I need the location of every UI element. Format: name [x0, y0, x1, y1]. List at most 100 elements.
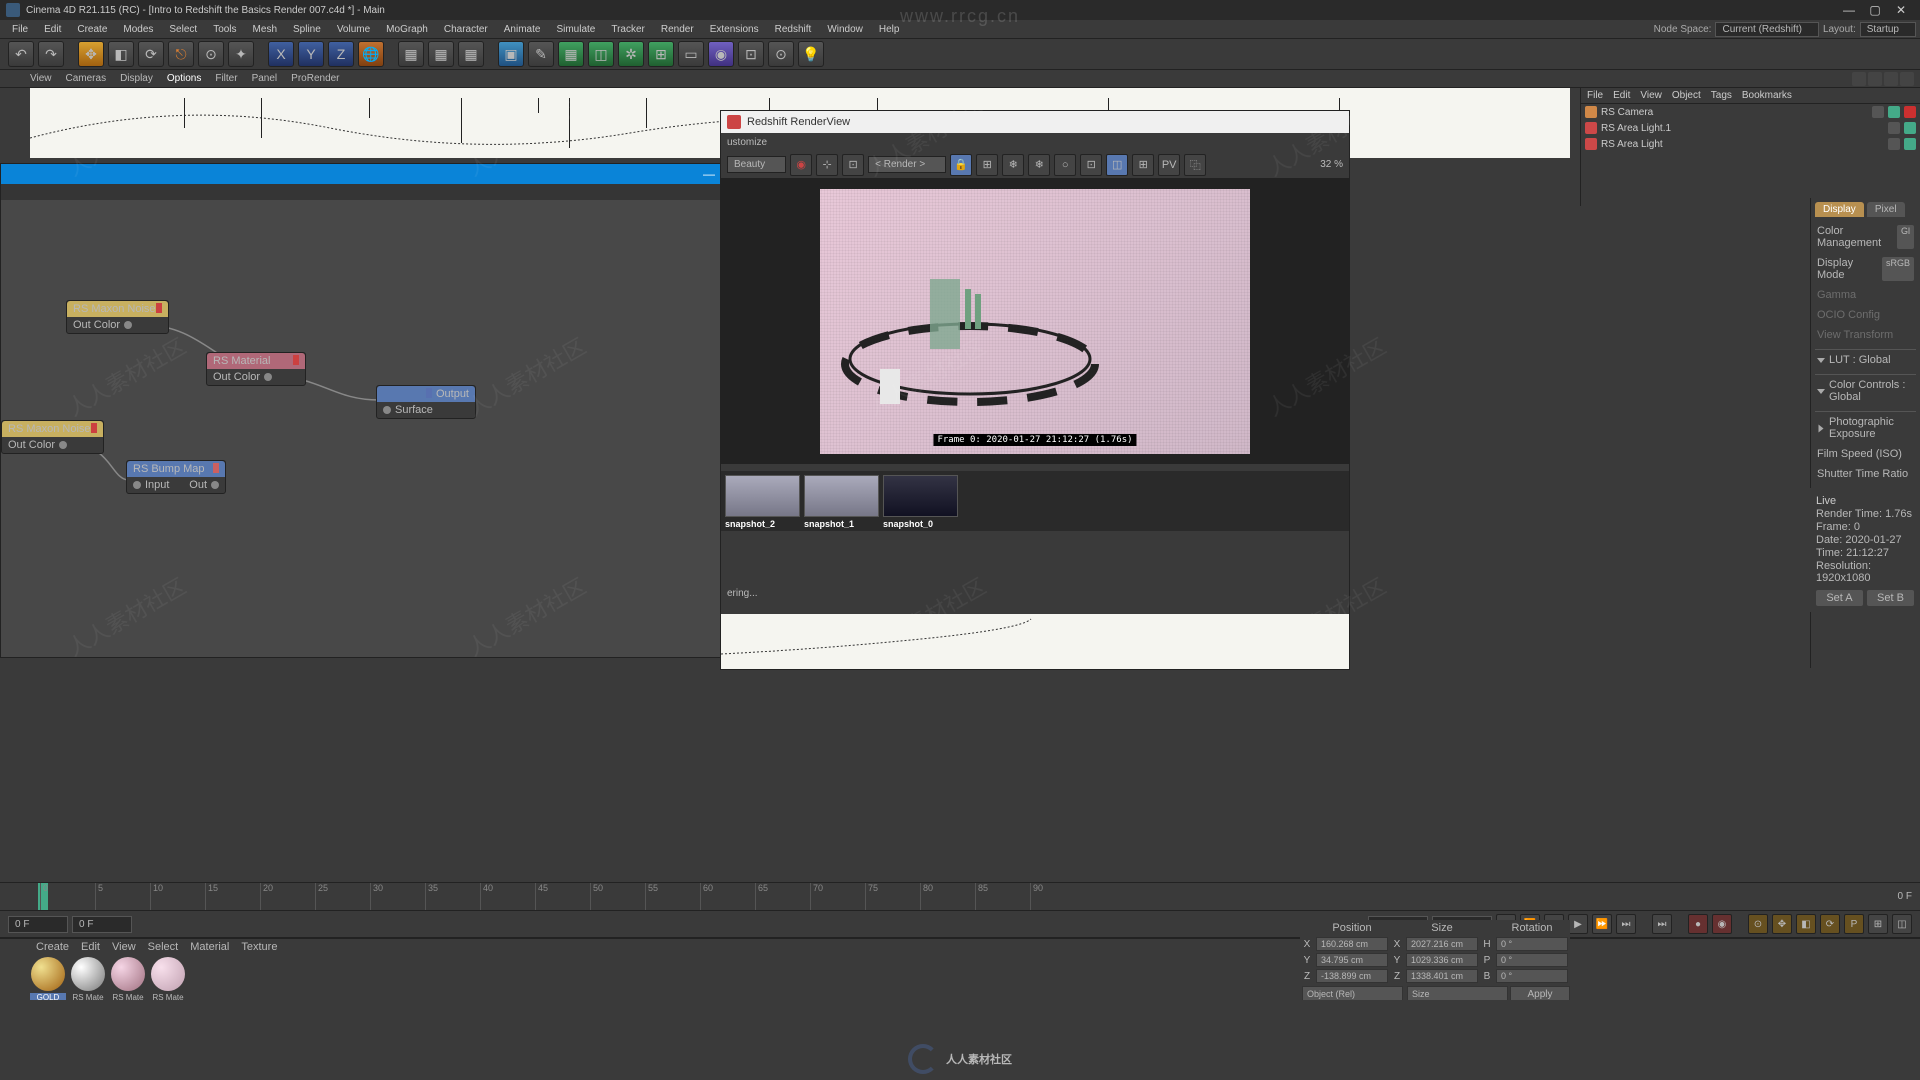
menu-item[interactable]: Character	[436, 22, 496, 37]
display-tab[interactable]: Display	[1815, 202, 1864, 217]
menu-item[interactable]: Tools	[205, 22, 244, 37]
menu-item[interactable]: MoGraph	[378, 22, 436, 37]
node-canvas[interactable]: RS Maxon Noise Out Color RS Maxon Noise …	[1, 200, 789, 657]
rot-value[interactable]: 0 °	[1496, 953, 1568, 967]
axis-z[interactable]: Z	[328, 41, 354, 67]
viewport-menu-item[interactable]: Panel	[252, 73, 278, 84]
visibility-tag[interactable]	[1872, 106, 1884, 118]
menu-item[interactable]: Volume	[329, 22, 378, 37]
obj-menu[interactable]: File	[1587, 90, 1603, 101]
menu-item[interactable]: File	[4, 22, 36, 37]
copy-icon[interactable]: ⿻	[1184, 154, 1206, 176]
scale-tool[interactable]: ◧	[108, 41, 134, 67]
menu-item[interactable]: Redshift	[767, 22, 820, 37]
node-output[interactable]: Output Surface	[376, 385, 476, 419]
render-dropdown[interactable]: < Render >	[868, 156, 946, 173]
set-a-button[interactable]: Set A	[1816, 590, 1863, 606]
port-out[interactable]	[264, 373, 272, 381]
frame-start[interactable]: 0 F	[8, 916, 68, 933]
pv-icon[interactable]: PV	[1158, 154, 1180, 176]
fcurve-button[interactable]: ◫	[1892, 914, 1912, 934]
mat-menu[interactable]: Material	[190, 941, 229, 953]
node-maxon-noise[interactable]: RS Maxon Noise Out Color	[1, 420, 104, 454]
viewport-icon[interactable]	[1868, 72, 1882, 86]
menu-item[interactable]: Window	[819, 22, 871, 37]
menu-item[interactable]: Mesh	[245, 22, 285, 37]
axis-y[interactable]: Y	[298, 41, 324, 67]
layout-dropdown[interactable]: Startup	[1860, 22, 1916, 37]
render-settings[interactable]: ▦	[458, 41, 484, 67]
maximize-button[interactable]: ▢	[1862, 1, 1888, 19]
aov-dropdown[interactable]: Beauty	[727, 156, 786, 173]
port-in[interactable]	[133, 481, 141, 489]
viewport-menu-item[interactable]: ProRender	[291, 73, 339, 84]
obj-menu[interactable]: View	[1640, 90, 1662, 101]
rot-value[interactable]: 0 °	[1496, 937, 1568, 951]
rgb-icon[interactable]: ◉	[790, 154, 812, 176]
add-snapshot-icon[interactable]: ⊞	[1132, 154, 1154, 176]
pos-value[interactable]: 34.795 cm	[1316, 953, 1388, 967]
mat-menu[interactable]: Texture	[241, 941, 277, 953]
circle-icon[interactable]: ○	[1054, 154, 1076, 176]
last-tool[interactable]: ⎋	[168, 41, 194, 67]
prop-value[interactable]: Gl	[1897, 225, 1914, 249]
goto-end-button[interactable]: ⏭	[1616, 914, 1636, 934]
timeline[interactable]: 0 5 10 15 20 25 30 35 40 45 50 55 60 65 …	[0, 882, 1920, 910]
prop-value[interactable]: sRGB	[1882, 257, 1914, 281]
record-button[interactable]: ●	[1688, 914, 1708, 934]
snowflake2-icon[interactable]: ❄	[1028, 154, 1050, 176]
add-point-tool[interactable]: ✦	[228, 41, 254, 67]
bottom-curve[interactable]	[721, 614, 1349, 669]
object-row[interactable]: RS Area Light.1	[1581, 120, 1920, 136]
key-scale-button[interactable]: ✥	[1772, 914, 1792, 934]
autokey-button[interactable]: ◉	[1712, 914, 1732, 934]
close-button[interactable]: ✕	[1888, 1, 1914, 19]
pixel-tab[interactable]: Pixel	[1867, 202, 1905, 217]
object-row[interactable]: RS Camera	[1581, 104, 1920, 120]
viewport-icon[interactable]	[1884, 72, 1898, 86]
visibility-tag[interactable]	[1904, 122, 1916, 134]
step-fwd-button[interactable]: ⏩	[1592, 914, 1612, 934]
cloner[interactable]: ⊞	[648, 41, 674, 67]
renderview-titlebar[interactable]: Redshift RenderView	[721, 111, 1349, 133]
redo-button[interactable]: ↷	[38, 41, 64, 67]
menu-item[interactable]: Select	[161, 22, 205, 37]
viewport-icon[interactable]	[1900, 72, 1914, 86]
viewport-menu-item[interactable]: Display	[120, 73, 153, 84]
snowflake-icon[interactable]: ❄	[1002, 154, 1024, 176]
mat-menu[interactable]: Edit	[81, 941, 100, 953]
viewport-menu-item[interactable]: View	[30, 73, 52, 84]
material-item[interactable]: RS Mate	[110, 957, 146, 1000]
menu-item[interactable]: Create	[69, 22, 115, 37]
size-value[interactable]: 1029.336 cm	[1406, 953, 1478, 967]
rs-tag[interactable]	[1904, 106, 1916, 118]
visibility-tag[interactable]	[1888, 138, 1900, 150]
menu-item[interactable]: Animate	[496, 22, 549, 37]
rotate-tool[interactable]: ⟳	[138, 41, 164, 67]
mat-menu[interactable]: View	[112, 941, 136, 953]
rot-value[interactable]: 0 °	[1496, 969, 1568, 983]
snapshot-icon[interactable]: ◫	[1106, 154, 1128, 176]
material-item[interactable]: GOLD	[30, 957, 66, 1000]
node-space-dropdown[interactable]: Current (Redshift)	[1715, 22, 1818, 37]
grid-icon[interactable]: ⊞	[976, 154, 998, 176]
axis-x[interactable]: X	[268, 41, 294, 67]
node-maxon-noise[interactable]: RS Maxon Noise Out Color	[66, 300, 169, 334]
menu-item[interactable]: Edit	[36, 22, 69, 37]
next-key-button[interactable]: ⏭	[1652, 914, 1672, 934]
port-out[interactable]	[211, 481, 219, 489]
key-pos-button[interactable]: ⊙	[1748, 914, 1768, 934]
visibility-tag[interactable]	[1888, 122, 1900, 134]
undo-button[interactable]: ↶	[8, 41, 34, 67]
menu-item[interactable]: Tracker	[603, 22, 653, 37]
size-value[interactable]: 1338.401 cm	[1406, 969, 1478, 983]
frame-current[interactable]: 0 F	[72, 916, 132, 933]
subdivision[interactable]: ▦	[558, 41, 584, 67]
section-header[interactable]: Color Controls : Global	[1815, 374, 1916, 407]
mat-menu[interactable]: Select	[148, 941, 179, 953]
viewport-icon[interactable]	[1852, 72, 1866, 86]
menu-item[interactable]: Extensions	[702, 22, 767, 37]
render-region[interactable]: ▦	[428, 41, 454, 67]
snapshot-item[interactable]: snapshot_1	[804, 475, 879, 527]
timeline-ruler[interactable]: 0 5 10 15 20 25 30 35 40 45 50 55 60 65 …	[0, 883, 1890, 910]
